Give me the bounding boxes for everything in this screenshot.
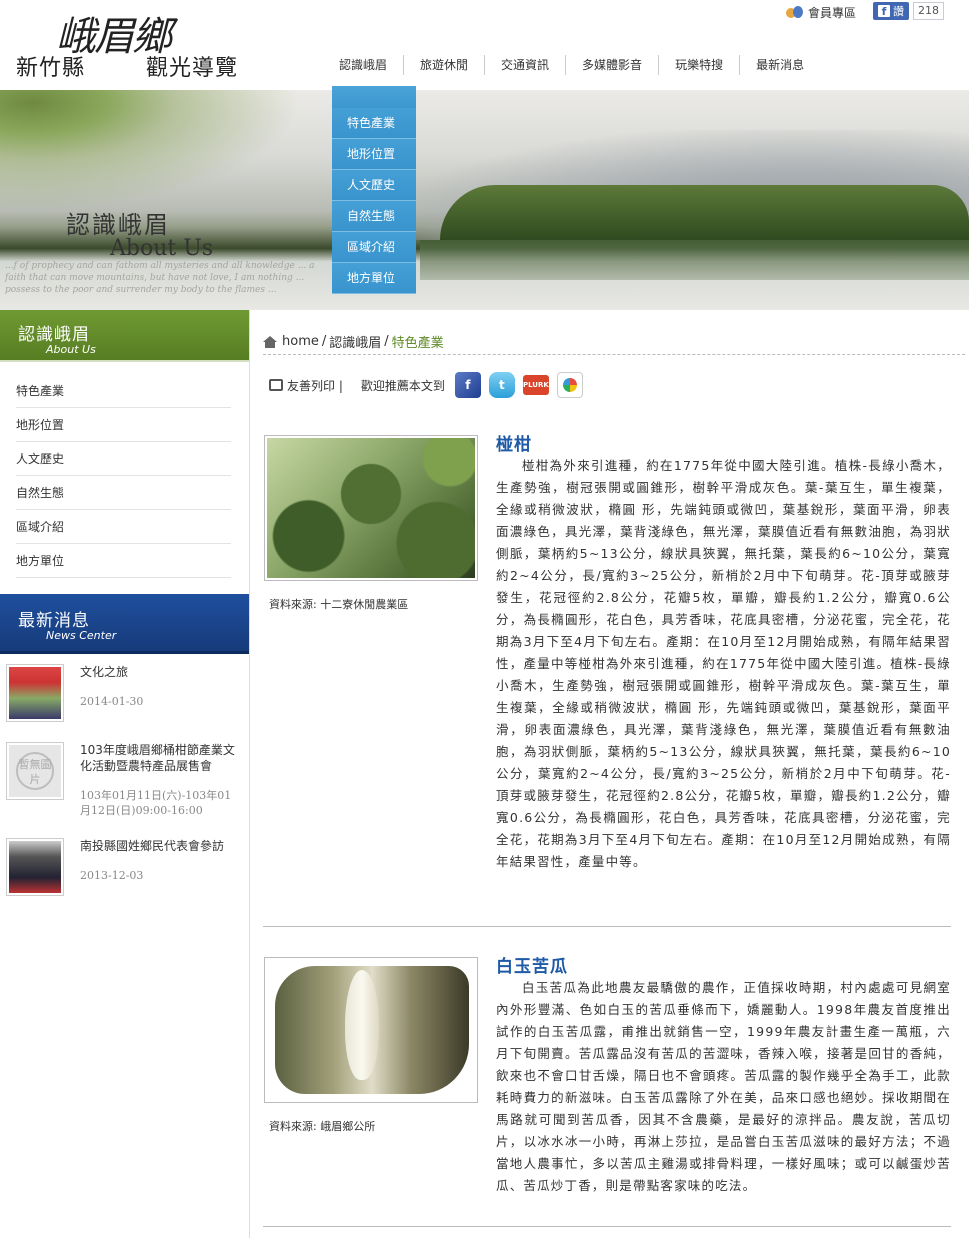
dropdown-item-industry[interactable]: 特色產業 — [332, 108, 416, 139]
banner-lake-image — [420, 240, 969, 280]
product-divider — [263, 926, 951, 927]
news-title[interactable]: 文化之旅 — [80, 664, 143, 680]
sidebar-item-regions[interactable]: 區域介紹 — [16, 510, 231, 544]
product-description: 白玉苦瓜為此地農友最驕傲的農作，正值採收時期，村內處處可見網室內外形豐滿、色如白… — [496, 980, 951, 1193]
product-divider — [263, 1226, 951, 1227]
facebook-share-icon[interactable]: f — [454, 372, 481, 398]
product-image-bitter-melon — [264, 957, 478, 1103]
product-title: 椪柑 — [496, 435, 532, 455]
news-item[interactable]: 南投縣國姓鄉民代表會參訪 2013-12-03 — [6, 838, 239, 896]
product-image-kumquat — [264, 435, 478, 581]
sidebar-item-ecology[interactable]: 自然生態 — [16, 476, 231, 510]
printer-icon[interactable] — [269, 379, 283, 391]
logo-subtitle: 觀光導覽 — [146, 56, 239, 81]
facebook-like-label: 讚 — [893, 5, 904, 18]
news-item[interactable]: 暫無圖片 103年度峨眉鄉桶柑節產業文化活動暨農特產品展售會 103年01月11… — [6, 742, 239, 818]
product-image-source: 資料來源: 十二寮休閒農業區 — [269, 598, 409, 611]
plurk-share-icon[interactable]: PLURK — [522, 375, 549, 395]
share-bar: 友善列印 | 歡迎推薦本文到 f t PLURK — [269, 372, 591, 398]
banner-title-zh: 認識峨眉 — [66, 211, 170, 239]
news-thumbnail-placeholder[interactable]: 暫無圖片 — [6, 742, 64, 800]
breadcrumb-separator: / — [321, 334, 327, 349]
news-section-title: 最新消息 — [18, 611, 90, 631]
nav-about[interactable]: 認識峨眉 — [323, 55, 403, 75]
hero-banner: 認識峨眉 About Us ...f of prophecy and can f… — [0, 90, 969, 310]
breadcrumb-divider — [263, 354, 965, 355]
news-title[interactable]: 南投縣國姓鄉民代表會參訪 — [80, 838, 224, 854]
banner-title: 認識峨眉 About Us — [66, 205, 213, 261]
no-image-placeholder: 暫無圖片 — [16, 752, 54, 790]
main-nav: 認識峨眉 旅遊休閒 交通資訊 多媒體影音 玩樂特搜 最新消息 — [323, 55, 820, 75]
facebook-like-count: 218 — [913, 2, 944, 20]
news-section-subtitle: News Center — [46, 629, 117, 642]
site-logo[interactable]: 新竹縣 峨眉鄉 觀光導覽 — [16, 8, 256, 81]
nav-leisure[interactable]: 旅遊休閒 — [403, 55, 484, 75]
nav-news[interactable]: 最新消息 — [739, 55, 820, 75]
dropdown-item-terrain[interactable]: 地形位置 — [332, 139, 416, 170]
sidebar: 認識峨眉 About Us 特色產業 地形位置 人文歷史 自然生態 區域介紹 地… — [0, 310, 250, 1238]
dropdown-pointer — [332, 86, 416, 108]
sidebar-section-header: 認識峨眉 About Us — [0, 310, 249, 362]
print-link[interactable]: 友善列印 | — [287, 377, 343, 394]
product-image-source: 資料來源: 峨眉鄉公所 — [269, 1120, 376, 1133]
news-thumbnail[interactable] — [6, 838, 64, 896]
banner-leaves-image — [0, 90, 320, 220]
facebook-icon: f — [878, 5, 890, 18]
facebook-like-widget: f 讚 218 — [873, 2, 944, 20]
news-thumbnail[interactable] — [6, 664, 64, 722]
nav-transport[interactable]: 交通資訊 — [484, 55, 565, 75]
google-buzz-share-icon[interactable] — [556, 372, 583, 398]
product-title: 白玉苦瓜 — [496, 957, 568, 977]
breadcrumb-about[interactable]: 認識峨眉 — [329, 332, 381, 351]
home-icon — [263, 335, 277, 348]
news-date: 2014-01-30 — [80, 695, 144, 708]
sidebar-section-subtitle: About Us — [46, 343, 96, 356]
breadcrumb-current: 特色產業 — [391, 336, 444, 351]
dropdown-item-ecology[interactable]: 自然生態 — [332, 201, 416, 232]
member-link[interactable]: 會員專區 — [786, 4, 856, 21]
news-section-header: 最新消息 News Center — [0, 594, 249, 654]
site-header: 新竹縣 峨眉鄉 觀光導覽 會員專區 f 讚 218 認識峨眉 旅遊休閒 交通資訊… — [0, 0, 969, 90]
banner-script-text: ...f of prophecy and can fathom all myst… — [5, 261, 315, 295]
banner-title-en: About Us — [110, 236, 214, 261]
sidebar-item-terrain[interactable]: 地形位置 — [16, 408, 231, 442]
sidebar-item-units[interactable]: 地方單位 — [16, 544, 231, 578]
share-label: 歡迎推薦本文到 — [360, 378, 445, 393]
sidebar-menu: 特色產業 地形位置 人文歷史 自然生態 區域介紹 地方單位 — [0, 362, 249, 578]
news-date: 2013-12-03 — [80, 869, 144, 882]
news-item[interactable]: 文化之旅 2014-01-30 — [6, 664, 239, 722]
news-title[interactable]: 103年度峨眉鄉桶柑節產業文化活動暨農特產品展售會 — [80, 742, 239, 774]
facebook-like-button[interactable]: f 讚 — [873, 2, 909, 20]
news-list: 文化之旅 2014-01-30 暫無圖片 103年度峨眉鄉桶柑節產業文化活動暨農… — [0, 654, 249, 896]
members-icon — [786, 5, 804, 20]
product-description: 椪柑為外來引進種，約在1775年從中國大陸引進。植株-長綠小喬木，生產勢強，樹冠… — [496, 458, 951, 869]
sidebar-item-industry[interactable]: 特色產業 — [16, 374, 231, 408]
member-label: 會員專區 — [808, 6, 857, 20]
dropdown-item-regions[interactable]: 區域介紹 — [332, 232, 416, 263]
breadcrumb-home[interactable]: home — [282, 334, 319, 349]
sidebar-item-history[interactable]: 人文歷史 — [16, 442, 231, 476]
twitter-share-icon[interactable]: t — [488, 372, 515, 398]
about-dropdown-menu: 特色產業 地形位置 人文歷史 自然生態 區域介紹 地方單位 — [332, 86, 416, 294]
nav-multimedia[interactable]: 多媒體影音 — [565, 55, 658, 75]
news-date: 103年01月11日(六)-103年01月12日(日)09:00-16:00 — [80, 789, 232, 817]
dropdown-item-units[interactable]: 地方單位 — [332, 263, 416, 294]
nav-fun[interactable]: 玩樂特搜 — [658, 55, 739, 75]
banner-forest-image — [440, 185, 969, 240]
dropdown-item-history[interactable]: 人文歷史 — [332, 170, 416, 201]
breadcrumb: home / 認識峨眉 / 特色產業 — [263, 332, 444, 351]
sidebar-section-title: 認識峨眉 — [18, 325, 90, 345]
breadcrumb-separator: / — [384, 334, 389, 349]
